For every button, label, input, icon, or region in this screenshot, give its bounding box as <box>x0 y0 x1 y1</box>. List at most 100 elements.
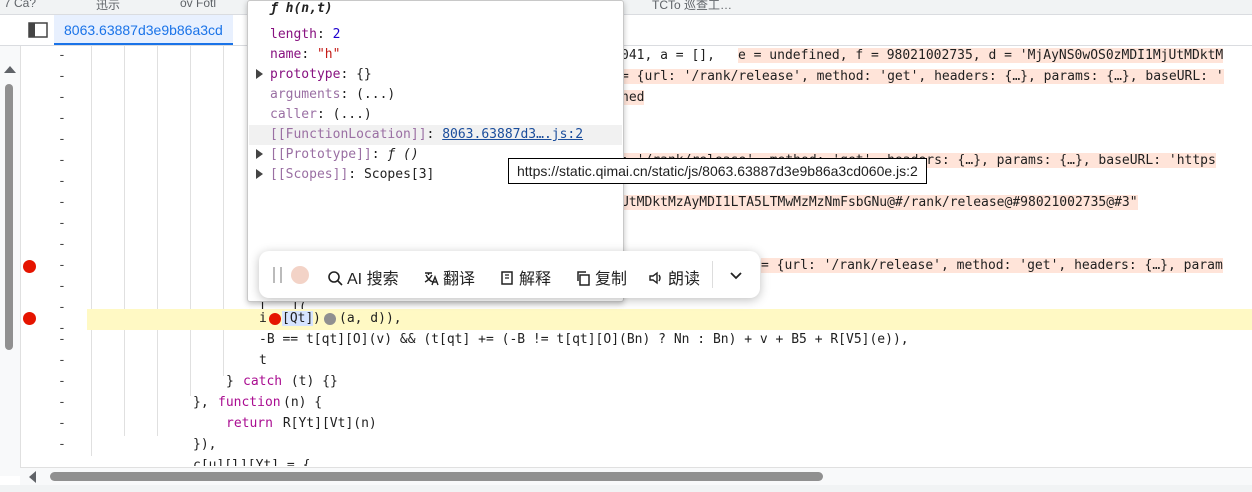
expand-triangle-icon[interactable] <box>256 69 263 79</box>
code-line[interactable]: - t <box>21 351 1252 372</box>
prop-name: name: "h" <box>270 47 341 62</box>
browser-tab-strip: 7 Ca? 迅示 ov Fotl TCTo 巡查工… <box>0 0 1252 15</box>
prop-arguments[interactable]: arguments: (...) <box>270 87 395 102</box>
breakpoint-marker[interactable] <box>23 312 36 325</box>
code-text: i <box>259 311 267 326</box>
prop-key: [[Prototype]] <box>270 147 372 162</box>
code-paren: ) <box>313 311 321 326</box>
horizontal-scrollbar[interactable] <box>20 467 1252 485</box>
prop-function-location: [[FunctionLocation]]: 8063.63887d3….js:2 <box>270 127 584 142</box>
explain-label: 解释 <box>519 271 552 288</box>
scroll-thumb[interactable] <box>5 84 13 350</box>
code-line[interactable]: - <box>21 130 1252 151</box>
paused-code-line[interactable]: i [Qt] ) (a, d)), <box>87 309 1252 330</box>
read-aloud-label: 朗读 <box>668 271 701 288</box>
popup-title: ƒ h(n,t) <box>270 1 333 16</box>
code-text: c[u][l][Yt] = { <box>193 458 311 466</box>
inline-value: e = undefined, f = 98021002735, d = 'MjA… <box>738 48 1224 63</box>
line-marker: - <box>58 216 66 231</box>
code-text: } <box>226 374 242 389</box>
assistant-avatar-icon[interactable] <box>291 266 309 284</box>
code-line[interactable]: - }, function (n) { <box>21 393 1252 414</box>
code-text: (t) {} <box>283 374 338 389</box>
inline-value: ned <box>621 90 645 105</box>
file-tab-label: 8063.63887d3e9b86a3cd <box>64 22 223 38</box>
line-marker: - <box>58 395 66 410</box>
code-line[interactable]: - <box>21 109 1252 130</box>
code-line[interactable]: - UtMDktMzAyMDI1LTA5LTMwMzMzNmFsbGNu@#/r… <box>21 193 1252 214</box>
translate-label: 翻译 <box>443 271 476 288</box>
toggle-navigator-icon[interactable] <box>28 22 48 38</box>
copy-icon <box>577 271 590 286</box>
code-text: (a, d)), <box>339 311 402 326</box>
code-line[interactable]: - 041, a = [], e = undefined, f = 980210… <box>21 46 1252 67</box>
scroll-up-arrow-icon[interactable] <box>4 66 16 73</box>
prop-value: "h" <box>316 47 341 62</box>
prop-scopes[interactable]: [[Scopes]]: Scopes[3] <box>270 167 434 182</box>
inline-value: = {url: '/rank/release', method: 'get', … <box>761 258 1223 273</box>
prop-key: [[Scopes]] <box>270 167 349 182</box>
prop-prototype-internal[interactable]: [[Prototype]]: ƒ () <box>270 147 419 162</box>
prop-key: caller <box>270 107 317 122</box>
inline-breakpoint-icon[interactable] <box>269 313 281 325</box>
code-text: 041, a = [], <box>621 48 723 63</box>
tab-fragment[interactable]: TCTo 巡查工… <box>652 0 732 13</box>
breakpoint-marker[interactable] <box>23 260 36 273</box>
line-marker: - <box>58 90 66 105</box>
prop-value: 2 <box>332 27 341 42</box>
code-line[interactable]: - <box>21 214 1252 235</box>
translate-button[interactable]: 翻译 <box>423 265 475 289</box>
line-marker: - <box>58 132 66 147</box>
chevron-down-icon[interactable] <box>729 268 743 282</box>
speaker-icon <box>649 271 661 285</box>
tab-fragment[interactable]: 迅示 <box>96 0 120 13</box>
code-line[interactable]: - -B == t[qt][O](v) && (t[qt] += (-B != … <box>21 330 1252 351</box>
line-marker: - <box>58 48 66 63</box>
file-tab[interactable]: 8063.63887d3e9b86a3cd <box>54 15 233 45</box>
code-line[interactable]: - }), <box>21 435 1252 456</box>
prop-key: name <box>270 47 302 62</box>
line-marker: - <box>58 258 66 273</box>
vertical-scrollbar[interactable] <box>0 46 21 476</box>
line-marker: - <box>58 174 66 189</box>
function-location-link[interactable]: 8063.63887d3….js:2 <box>442 127 583 142</box>
prop-value: {} <box>356 67 372 82</box>
tab-fragment[interactable]: ov Fotl <box>180 0 216 10</box>
url-tooltip: https://static.qimai.cn/static/js/8063.6… <box>508 158 927 184</box>
line-marker: - <box>58 300 66 315</box>
tab-fragment[interactable]: 7 Ca? <box>4 0 36 10</box>
scroll-left-arrow-icon[interactable] <box>29 471 36 483</box>
line-marker: - <box>58 279 66 294</box>
sources-tab-bar: 8063.63887d3e9b86a3cd <box>0 15 1252 46</box>
expand-triangle-icon[interactable] <box>256 169 263 179</box>
code-line[interactable]: - return R[Yt][Vt](n) <box>21 414 1252 435</box>
scroll-thumb[interactable] <box>50 472 823 481</box>
line-marker: - <box>58 353 66 368</box>
code-text: t <box>259 353 267 368</box>
code-line[interactable]: - ned <box>21 88 1252 109</box>
inline-value: = {url: '/rank/release', method: 'get', … <box>621 69 1224 84</box>
explain-button[interactable]: 解释 <box>499 265 551 289</box>
inline-value: UtMDktMzAyMDI1LTA5LTMwMzMzNmFsbGNu@#/ran… <box>621 195 1138 210</box>
inline-breakpoint-disabled-icon[interactable] <box>324 313 336 325</box>
prop-value: (...) <box>332 107 372 122</box>
ai-search-button[interactable]: AI 搜索 <box>327 265 399 289</box>
read-aloud-button[interactable]: 朗读 <box>648 265 700 289</box>
toolbar-divider <box>712 261 713 288</box>
code-text: (n) { <box>283 395 323 410</box>
code-line[interactable]: - = {url: '/rank/release', method: 'get'… <box>21 67 1252 88</box>
line-marker: - <box>58 237 66 252</box>
prop-key: prototype <box>270 67 341 82</box>
drag-handle-icon[interactable] <box>273 267 282 283</box>
line-marker: - <box>58 69 66 84</box>
code-line[interactable]: - } catch (t) {} <box>21 372 1252 393</box>
copy-button[interactable]: 复制 <box>575 265 627 289</box>
code-text: }, <box>193 395 217 410</box>
line-marker: - <box>58 111 66 126</box>
ai-search-icon <box>328 271 343 286</box>
expand-triangle-icon[interactable] <box>256 149 263 159</box>
code-line[interactable]: c[u][l][Yt] = { <box>21 456 1252 466</box>
prop-prototype[interactable]: prototype: {} <box>270 67 372 82</box>
prop-caller[interactable]: caller: (...) <box>270 107 372 122</box>
code-text: R[Yt][Vt](n) <box>275 416 377 431</box>
